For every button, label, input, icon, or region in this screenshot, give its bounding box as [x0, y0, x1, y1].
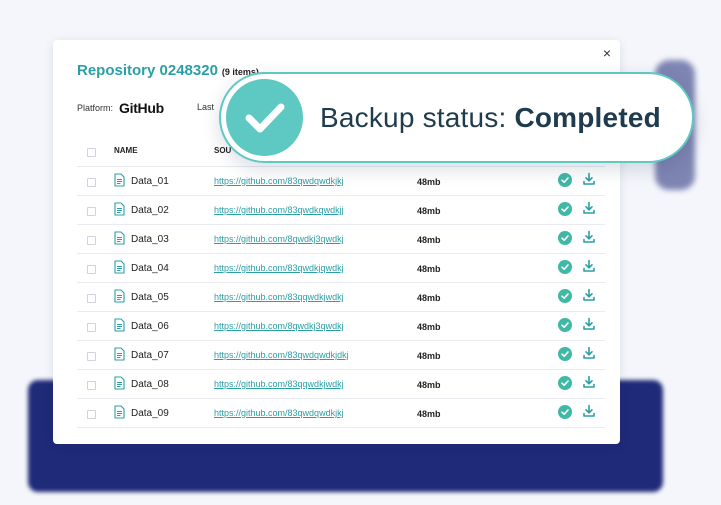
file-icon: [114, 289, 125, 303]
file-size: 48mb: [417, 206, 441, 216]
platform-info: Platform: GitHub: [77, 100, 164, 116]
download-icon[interactable]: [582, 230, 596, 244]
check-circle-icon: [558, 376, 572, 390]
table-row: Data_04 https://github.com/83qwdkjqwdkj …: [77, 254, 605, 283]
download-icon[interactable]: [582, 288, 596, 302]
table-row: Data_05 https://github.com/83qqwdkjwdkj …: [77, 283, 605, 312]
modal-title: Repository 0248320 (9 items): [77, 62, 259, 79]
backup-status-toast: Backup status: Completed: [219, 72, 694, 163]
github-logo: GitHub: [119, 100, 164, 116]
check-circle-icon: [558, 202, 572, 216]
row-checkbox[interactable]: [87, 381, 96, 390]
check-circle-icon: [558, 347, 572, 361]
row-checkbox[interactable]: [87, 207, 96, 216]
source-link[interactable]: https://github.com/83qwdkjqwdkj: [214, 263, 344, 273]
file-size: 48mb: [417, 235, 441, 245]
file-icon: [114, 376, 125, 390]
file-name: Data_01: [131, 176, 169, 187]
table-row: Data_03 https://github.com/8qwdkj3qwdkj …: [77, 225, 605, 254]
toast-status: Completed: [514, 102, 661, 133]
table-row: Data_01 https://github.com/83qwdqwdkjkj …: [77, 167, 605, 196]
download-icon[interactable]: [582, 375, 596, 389]
file-size: 48mb: [417, 322, 441, 332]
table-row: Data_06 https://github.com/8qwdkj3qwdkj …: [77, 312, 605, 341]
source-link[interactable]: https://github.com/8qwdkj3qwdkj: [214, 234, 344, 244]
table-row: Data_08 https://github.com/83qqwdkjwdkj …: [77, 370, 605, 399]
close-icon[interactable]: ×: [603, 45, 611, 61]
download-icon[interactable]: [582, 259, 596, 273]
file-size: 48mb: [417, 293, 441, 303]
check-circle-icon: [558, 231, 572, 245]
row-checkbox[interactable]: [87, 265, 96, 274]
file-name: Data_06: [131, 321, 169, 332]
download-icon[interactable]: [582, 346, 596, 360]
files-table: NAME SOU Data_01 https://github.com/83qw…: [77, 136, 605, 428]
file-size: 48mb: [417, 351, 441, 361]
file-size: 48mb: [417, 264, 441, 274]
header-name: NAME: [114, 146, 138, 155]
file-icon: [114, 318, 125, 332]
file-size: 48mb: [417, 380, 441, 390]
file-name: Data_08: [131, 379, 169, 390]
file-icon: [114, 260, 125, 274]
toast-message: Backup status: Completed: [320, 102, 661, 134]
file-icon: [114, 405, 125, 419]
check-circle-icon: [558, 173, 572, 187]
row-checkbox[interactable]: [87, 178, 96, 187]
download-icon[interactable]: [582, 317, 596, 331]
table-row: Data_02 https://github.com/83qwdkqwdkjj …: [77, 196, 605, 225]
table-row: Data_09 https://github.com/83qwdqwdkjkj …: [77, 399, 605, 428]
download-icon[interactable]: [582, 201, 596, 215]
source-link[interactable]: https://github.com/83qwdqwdkjkj: [214, 176, 344, 186]
row-checkbox[interactable]: [87, 410, 96, 419]
file-icon: [114, 231, 125, 245]
toast-prefix: Backup status:: [320, 102, 515, 133]
file-name: Data_09: [131, 408, 169, 419]
file-icon: [114, 202, 125, 216]
select-all-checkbox[interactable]: [87, 148, 96, 157]
platform-label: Platform:: [77, 103, 114, 113]
source-link[interactable]: https://github.com/83qwdkqwdkjj: [214, 205, 344, 215]
source-link[interactable]: https://github.com/8qwdkj3qwdkj: [214, 321, 344, 331]
file-icon: [114, 347, 125, 361]
download-icon[interactable]: [582, 172, 596, 186]
table-body: Data_01 https://github.com/83qwdqwdkjkj …: [77, 167, 605, 428]
file-name: Data_07: [131, 350, 169, 361]
row-checkbox[interactable]: [87, 323, 96, 332]
check-circle-icon: [226, 79, 303, 156]
file-size: 48mb: [417, 409, 441, 419]
check-circle-icon: [558, 260, 572, 274]
file-name: Data_02: [131, 205, 169, 216]
last-backup-label: Last: [197, 102, 215, 112]
table-row: Data_07 https://github.com/83qwdqwdkjdkj…: [77, 341, 605, 370]
source-link[interactable]: https://github.com/83qqwdkjwdkj: [214, 292, 344, 302]
source-link[interactable]: https://github.com/83qwdqwdkjdkj: [214, 350, 349, 360]
source-link[interactable]: https://github.com/83qqwdkjwdkj: [214, 379, 344, 389]
file-name: Data_05: [131, 292, 169, 303]
row-checkbox[interactable]: [87, 294, 96, 303]
file-name: Data_04: [131, 263, 169, 274]
download-icon[interactable]: [582, 404, 596, 418]
check-circle-icon: [558, 318, 572, 332]
row-checkbox[interactable]: [87, 352, 96, 361]
file-size: 48mb: [417, 177, 441, 187]
source-link[interactable]: https://github.com/83qwdqwdkjkj: [214, 408, 344, 418]
check-circle-icon: [558, 405, 572, 419]
repository-name: Repository 0248320: [77, 62, 218, 79]
file-icon: [114, 173, 125, 187]
check-circle-icon: [558, 289, 572, 303]
row-checkbox[interactable]: [87, 236, 96, 245]
file-name: Data_03: [131, 234, 169, 245]
